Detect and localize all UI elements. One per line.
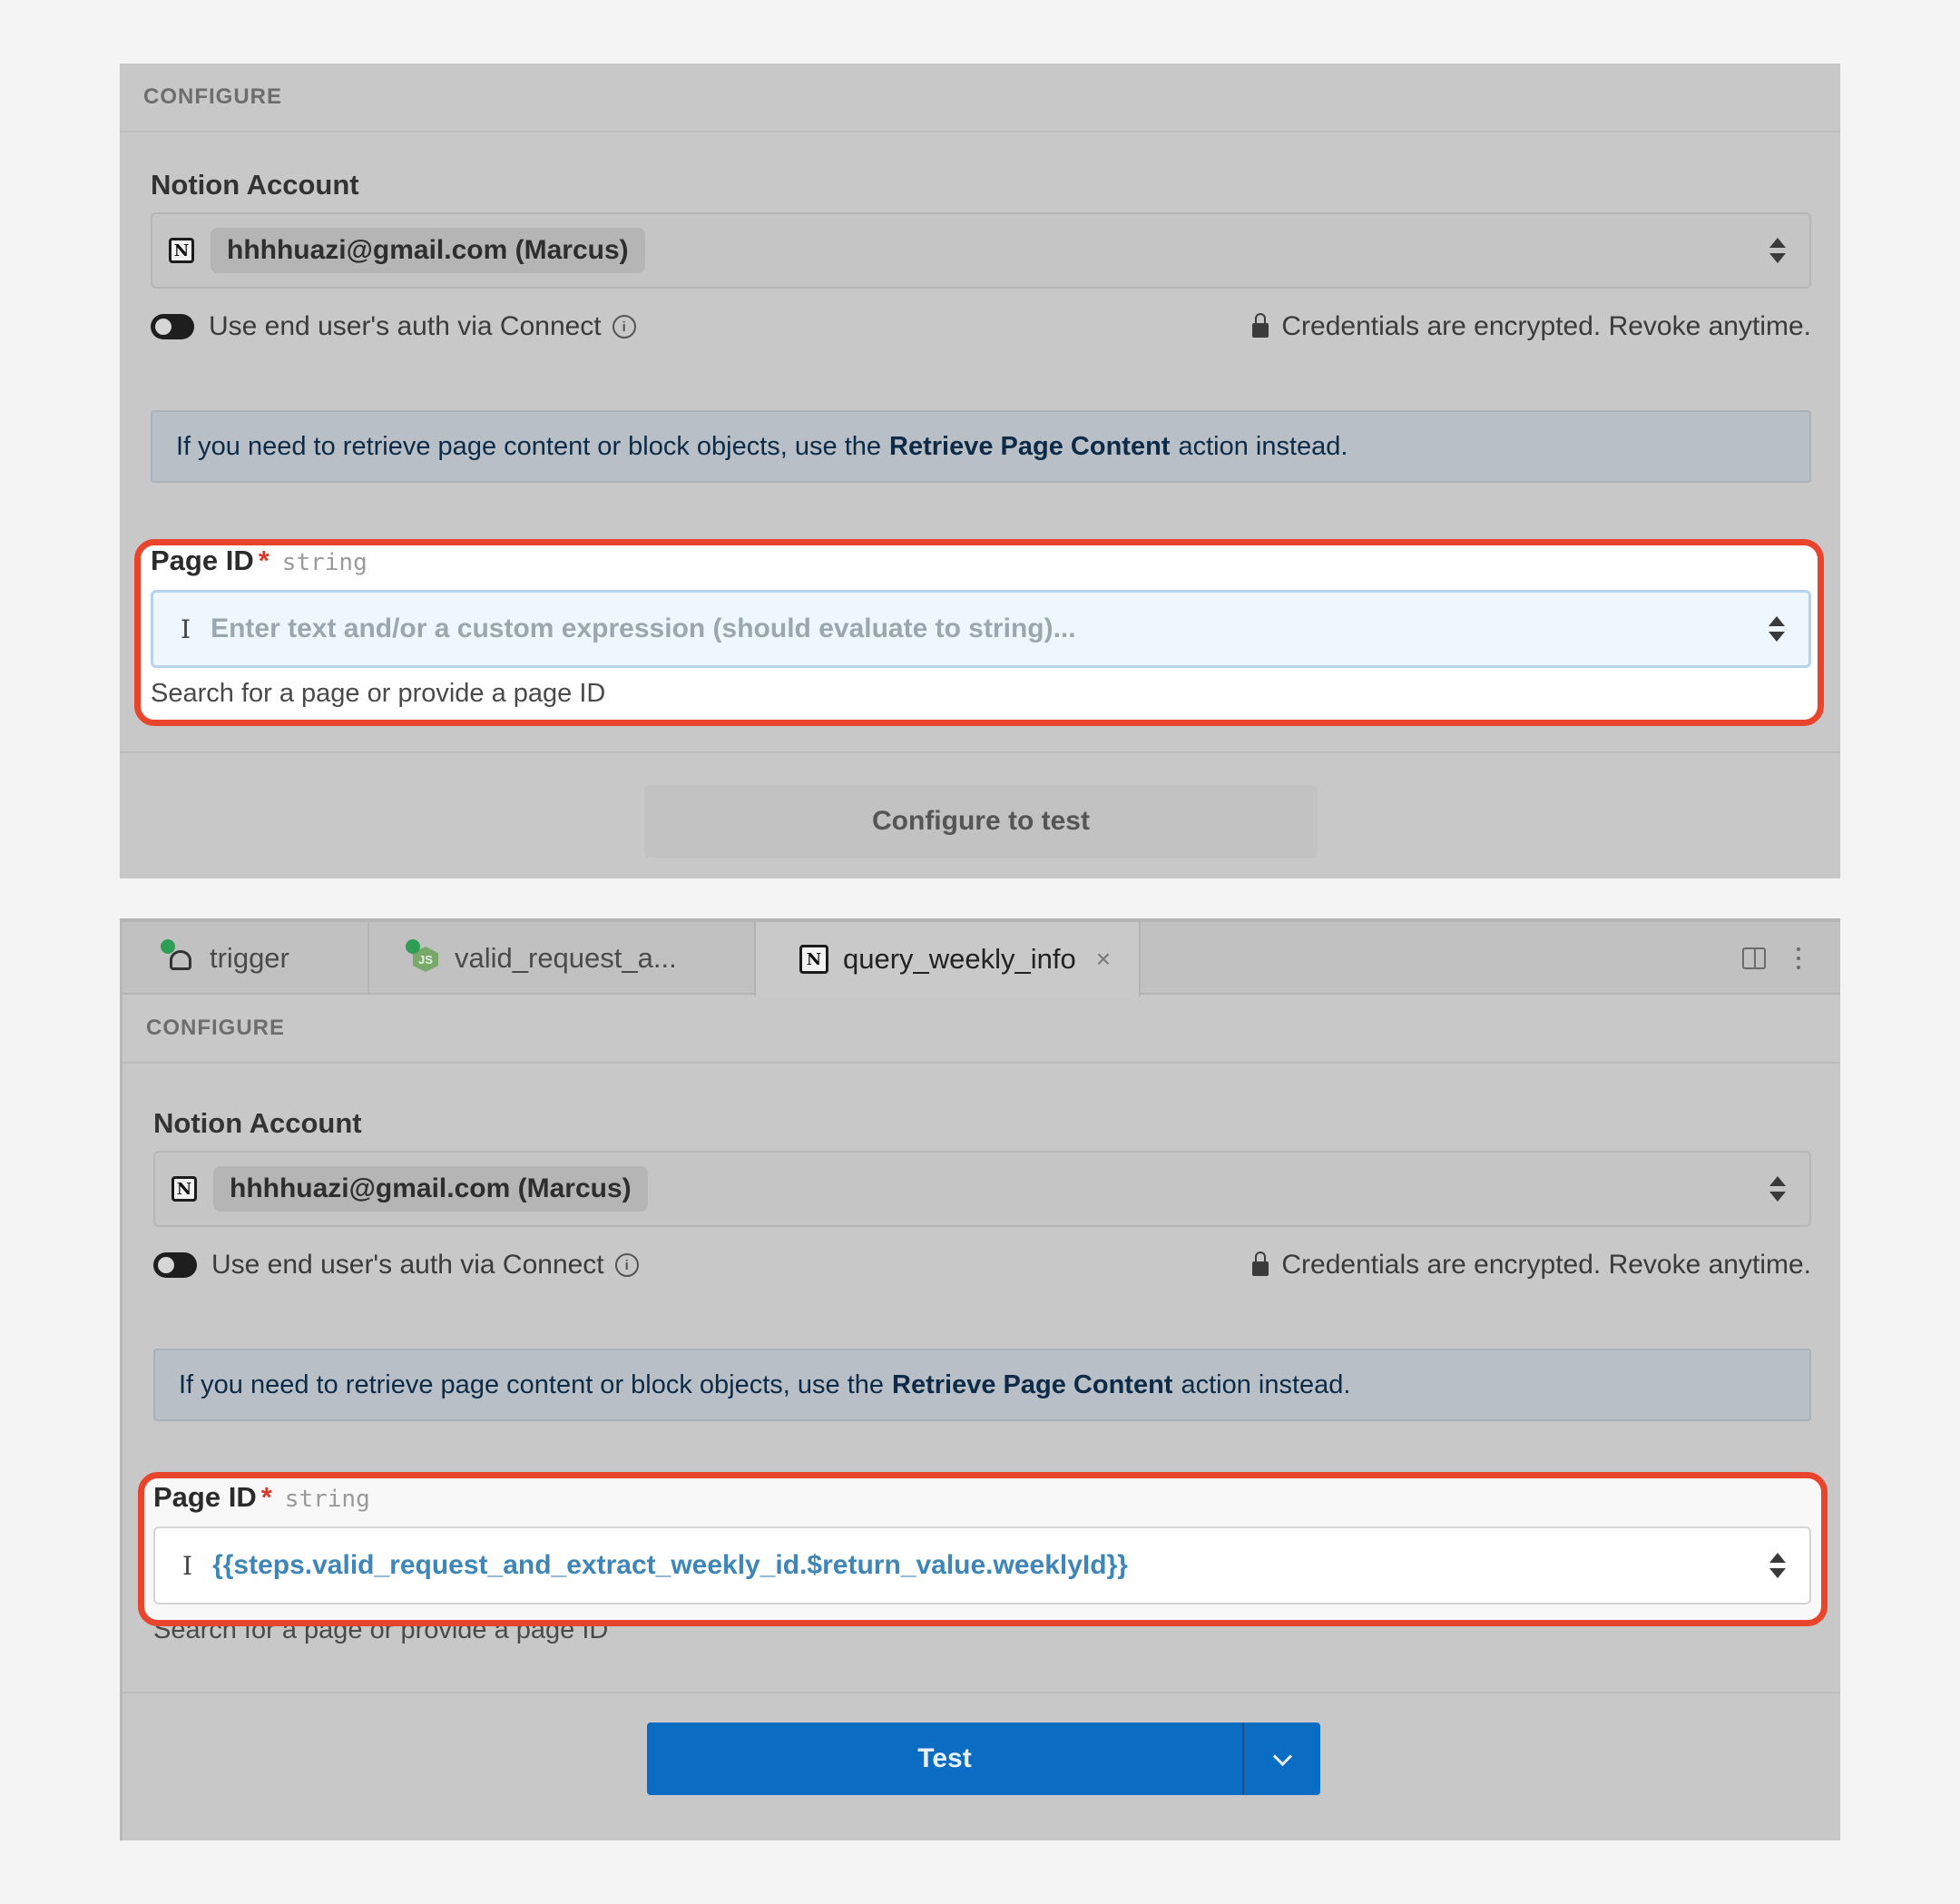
tab-valid-request[interactable]: JS valid_request_a... xyxy=(368,922,754,995)
tab-label: trigger xyxy=(210,942,289,974)
step-tabs: trigger JS valid_request_a... N query_we… xyxy=(122,922,1840,996)
tab-query-weekly-info[interactable]: N query_weekly_info × xyxy=(754,922,1141,996)
select-arrows-icon xyxy=(1769,1176,1786,1202)
notion-icon: N xyxy=(172,1176,197,1202)
alert-prefix: If you need to retrieve page content or … xyxy=(179,1369,885,1399)
select-arrows-icon xyxy=(1769,1553,1786,1578)
page-id-placeholder: Enter text and/or a custom expression (s… xyxy=(211,613,1076,643)
info-icon[interactable]: i xyxy=(612,315,636,339)
page-id-input[interactable]: I {{steps.valid_request_and_extract_week… xyxy=(153,1526,1811,1605)
toggle-label: Use end user's auth via Connect xyxy=(211,1250,604,1280)
success-check-icon xyxy=(161,939,175,954)
tab-label: query_weekly_info xyxy=(843,943,1076,975)
retrieve-page-content-link[interactable]: Retrieve Page Content xyxy=(889,432,1170,462)
nodejs-icon: JS xyxy=(406,939,440,974)
text-cursor-icon: I xyxy=(181,613,191,644)
success-check-icon xyxy=(406,939,420,954)
connect-auth-toggle[interactable] xyxy=(151,314,194,339)
alert-suffix: action instead. xyxy=(1178,431,1348,461)
section-header: CONFIGURE xyxy=(122,995,1840,1064)
configure-to-test-button[interactable]: Configure to test xyxy=(644,785,1318,858)
chevron-down-icon xyxy=(1272,1746,1292,1766)
notion-account-label: Notion Account xyxy=(153,1107,362,1139)
credentials-text: Credentials are encrypted. Revoke anytim… xyxy=(1281,1250,1811,1280)
info-icon[interactable]: i xyxy=(614,1253,639,1277)
section-header: CONFIGURE xyxy=(120,64,1840,132)
test-options-button[interactable] xyxy=(1242,1722,1320,1795)
text-cursor-icon: I xyxy=(182,1550,193,1581)
auth-row: Use end user's auth via Connect i Creden… xyxy=(151,309,1811,345)
select-arrows-icon xyxy=(1769,238,1786,263)
more-menu-icon[interactable] xyxy=(1797,947,1800,969)
select-arrows-icon xyxy=(1769,616,1785,642)
alert-prefix: If you need to retrieve page content or … xyxy=(176,431,882,461)
configure-panel-before: CONFIGURE Notion Account N hhhhuazi@gmai… xyxy=(120,64,1840,878)
notion-account-select[interactable]: N hhhhuazi@gmail.com (Marcus) xyxy=(153,1151,1811,1227)
page-id-input[interactable]: I Enter text and/or a custom expression … xyxy=(151,590,1811,668)
toggle-label: Use end user's auth via Connect xyxy=(209,311,602,341)
alert-suffix: action instead. xyxy=(1181,1369,1351,1399)
divider xyxy=(120,751,1840,753)
connect-auth-toggle[interactable] xyxy=(153,1252,197,1278)
test-button[interactable]: Test xyxy=(647,1722,1242,1795)
credentials-note: Credentials are encrypted. Revoke anytim… xyxy=(1252,311,1811,342)
notion-icon: N xyxy=(799,945,828,974)
info-alert: If you need to retrieve page content or … xyxy=(153,1349,1811,1421)
notion-icon: N xyxy=(169,238,194,263)
webhook-icon xyxy=(161,939,195,974)
auth-row: Use end user's auth via Connect i Creden… xyxy=(153,1247,1811,1283)
retrieve-page-content-link[interactable]: Retrieve Page Content xyxy=(892,1370,1172,1400)
configure-panel-after: trigger JS valid_request_a... N query_we… xyxy=(120,918,1840,1840)
info-alert: If you need to retrieve page content or … xyxy=(151,410,1811,483)
tab-label: valid_request_a... xyxy=(455,942,677,974)
lock-icon xyxy=(1252,1251,1269,1276)
page-id-value: {{steps.valid_request_and_extract_weekly… xyxy=(212,1550,1128,1580)
account-chip: hhhhuazi@gmail.com (Marcus) xyxy=(211,228,645,273)
close-icon[interactable]: × xyxy=(1096,945,1111,974)
divider xyxy=(122,1692,1840,1693)
tab-trigger[interactable]: trigger xyxy=(122,922,368,995)
notion-account-label: Notion Account xyxy=(151,169,359,201)
account-chip: hhhhuazi@gmail.com (Marcus) xyxy=(213,1166,648,1212)
split-view-icon[interactable] xyxy=(1742,947,1766,969)
credentials-text: Credentials are encrypted. Revoke anytim… xyxy=(1281,311,1811,341)
test-split-button: Test xyxy=(647,1722,1320,1795)
lock-icon xyxy=(1252,313,1269,338)
notion-account-select[interactable]: N hhhhuazi@gmail.com (Marcus) xyxy=(151,212,1811,289)
credentials-note: Credentials are encrypted. Revoke anytim… xyxy=(1252,1250,1811,1281)
